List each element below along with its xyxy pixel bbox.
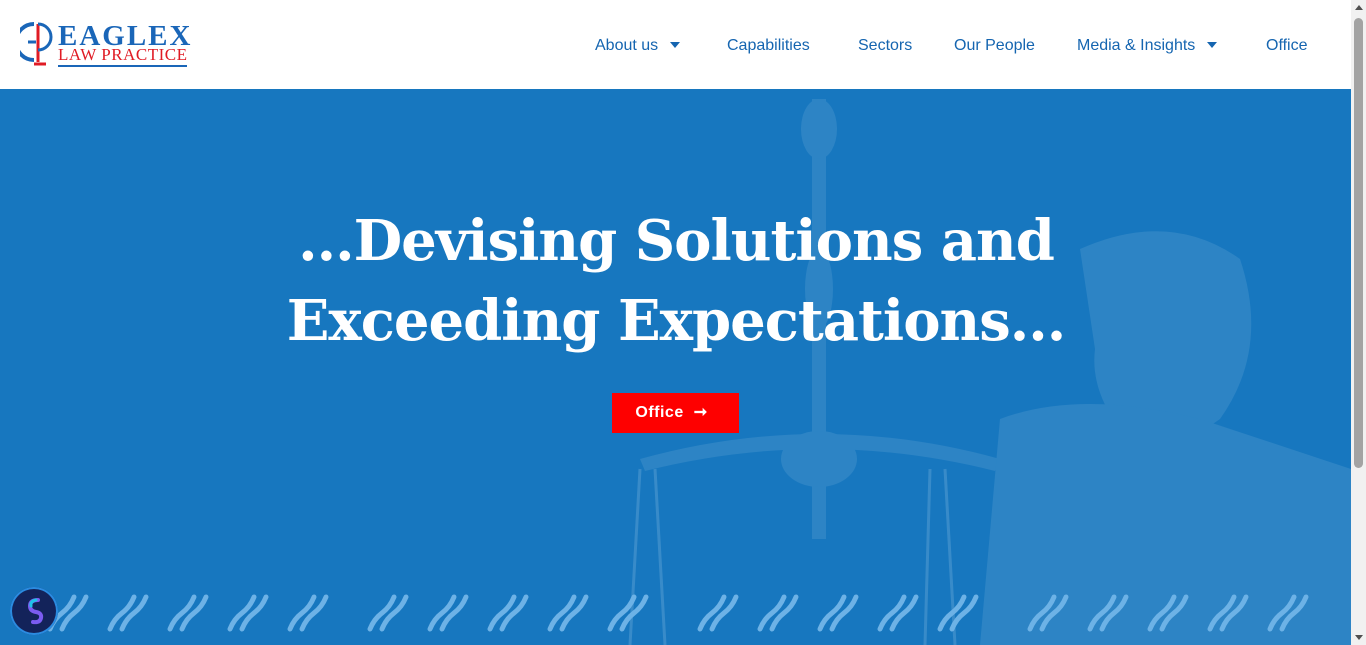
headline-line-2: Exceeding Expectations... [286, 288, 1067, 354]
vertical-scrollbar[interactable] [1351, 0, 1366, 645]
wave-decoration [47, 594, 1309, 632]
main-nav: About us Capabilities Sectors Our People… [0, 0, 1351, 89]
chevron-down-icon [1207, 42, 1218, 48]
nav-capabilities[interactable]: Capabilities [727, 35, 810, 57]
nav-media-insights[interactable]: Media & Insights [1077, 35, 1218, 57]
hero-headline: ...Devising Solutions and Exceeding Expe… [176, 201, 1176, 361]
chat-widget-button[interactable] [10, 587, 58, 635]
nav-office[interactable]: Office [1266, 35, 1308, 57]
nav-capabilities-label: Capabilities [727, 37, 810, 54]
nav-media-insights-label: Media & Insights [1077, 37, 1196, 54]
headline-line-1: ...Devising Solutions and [298, 208, 1055, 274]
scroll-thumb[interactable] [1354, 18, 1363, 468]
nav-about-us[interactable]: About us [595, 35, 681, 57]
chat-bubble-icon [27, 598, 44, 625]
site-header: EAGLEX LAW PRACTICE About us Capabilitie… [0, 0, 1351, 89]
nav-sectors-label: Sectors [858, 37, 913, 54]
office-button[interactable]: Office ➞ [612, 393, 739, 433]
arrow-right-icon: ➞ [693, 404, 708, 421]
scroll-up-icon[interactable] [1355, 5, 1363, 10]
nav-our-people[interactable]: Our People [954, 35, 1035, 57]
nav-sectors[interactable]: Sectors [858, 35, 912, 57]
chevron-down-icon [670, 42, 681, 48]
office-button-label: Office [635, 404, 684, 421]
hero-banner: ...Devising Solutions and Exceeding Expe… [0, 89, 1351, 645]
nav-about-us-label: About us [595, 37, 659, 54]
nav-office-label: Office [1266, 37, 1308, 54]
scroll-down-icon[interactable] [1355, 635, 1363, 640]
nav-our-people-label: Our People [954, 37, 1035, 54]
justice-statue-image [628, 99, 1351, 645]
